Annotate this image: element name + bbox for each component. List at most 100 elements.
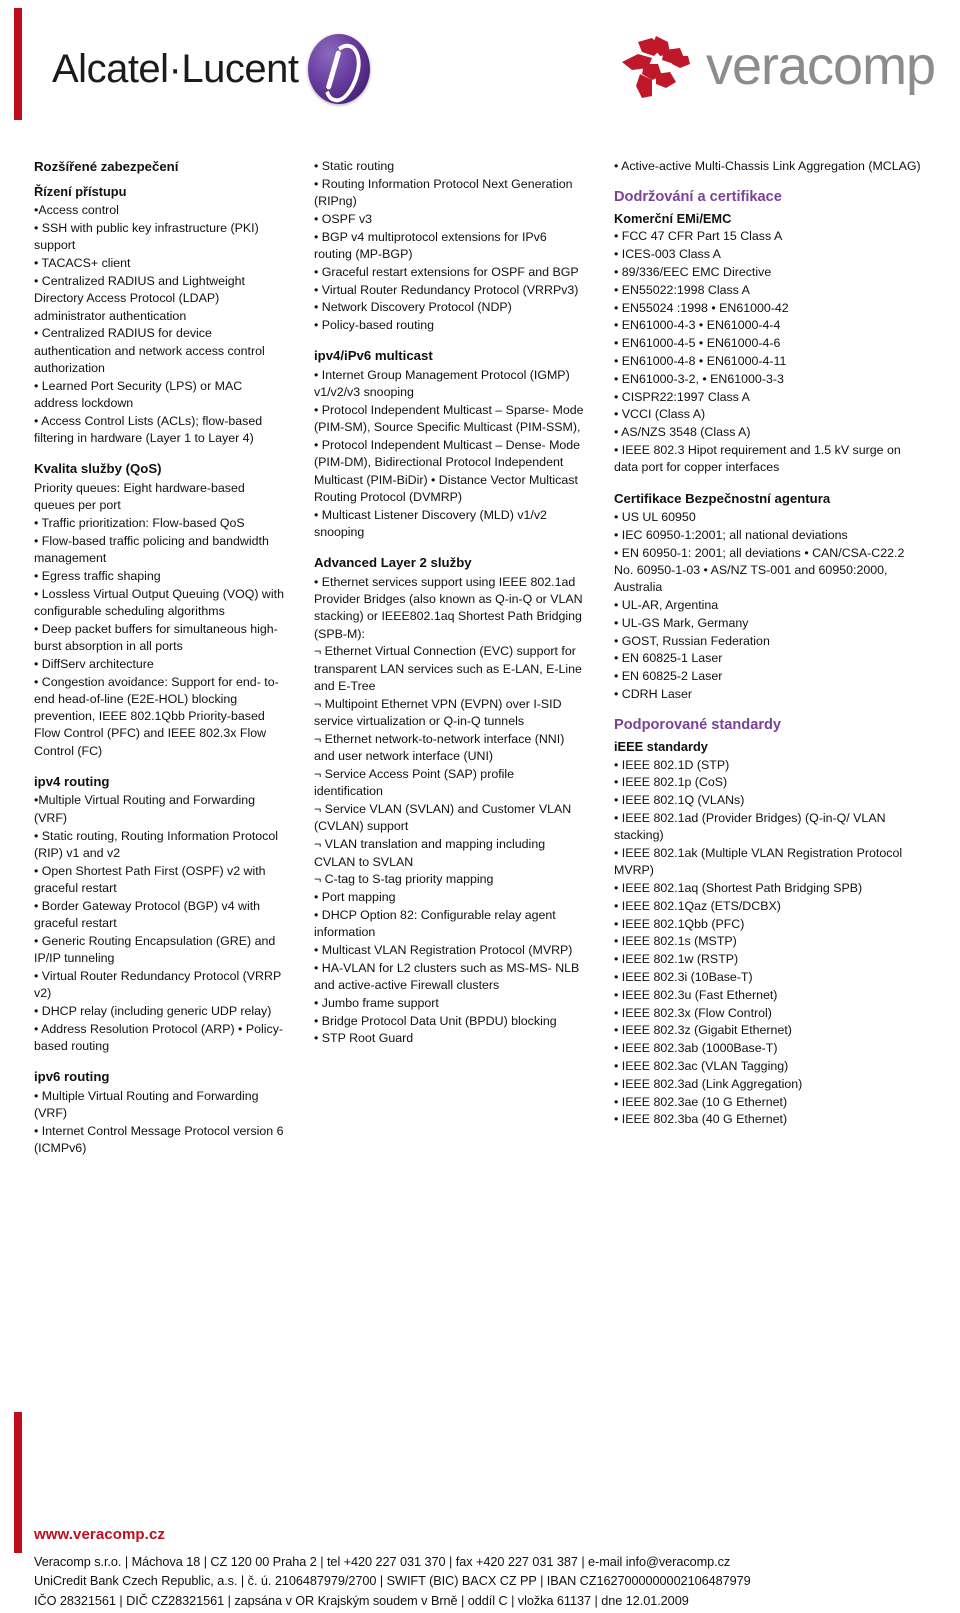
- column-1: Rozšířené zabezpečení Řízení přístupu •A…: [0, 158, 300, 1158]
- list-item: • FCC 47 CFR Part 15 Class A: [614, 229, 783, 244]
- legal-line-1: Veracomp s.r.o. | Máchova 18 | CZ 120 00…: [34, 1555, 731, 1569]
- alcatel-lucent-wordmark: Alcatel·Lucent: [52, 47, 299, 91]
- list-item: • Deep packet buffers for simultaneous h…: [34, 621, 278, 653]
- legal-line-2: UniCredit Bank Czech Republic, a.s. | č.…: [34, 1574, 751, 1589]
- col3-compliance-list: • FCC 47 CFR Part 15 Class A • ICES-003 …: [614, 228, 922, 476]
- col3-standards-list: • IEEE 802.1D (STP) • IEEE 802.1p (CoS) …: [614, 757, 922, 1129]
- list-item: • Multicast VLAN Registration Protocol (…: [314, 942, 573, 957]
- list-item: • Routing Information Protocol Next Gene…: [314, 176, 573, 209]
- list-item: • STP Root Guard: [314, 1031, 414, 1046]
- list-item: • Generic Routing Encapsulation (GRE) an…: [34, 933, 276, 966]
- list-item: • Access Control Lists (ACLs); flow-base…: [34, 413, 263, 446]
- list-item: • IEEE 802.1s (MSTP): [614, 934, 737, 949]
- veracomp-wordmark: veracomp: [706, 36, 936, 96]
- list-item: • IEC 60950-1:2001; all national deviati…: [614, 527, 848, 542]
- list-item: • Egress traffic shaping: [34, 568, 161, 583]
- list-item: • CDRH Laser: [614, 687, 693, 702]
- column-3: • Active-active Multi-Chassis Link Aggre…: [600, 158, 930, 1158]
- list-item: •Multiple Virtual Routing and Forwarding…: [34, 793, 256, 825]
- list-item: • IEEE 802.1p (CoS): [614, 775, 728, 790]
- list-item: • SSH with public key infrastructure (PK…: [34, 221, 259, 253]
- website-link[interactable]: www.veracomp.cz: [34, 1526, 165, 1543]
- list-item: • IEEE 802.3ab (1000Base-T): [614, 1041, 778, 1056]
- list-item: • IEEE 802.1ak (Multiple VLAN Registrati…: [614, 845, 903, 878]
- list-item: • Protocol Independent Multicast – Spars…: [314, 402, 584, 435]
- list-item: • IEEE 802.1Qbb (PFC): [614, 916, 745, 931]
- list-item: • EN61000-3-2, • EN61000-3-3: [614, 371, 784, 386]
- list-item: • Address Resolution Protocol (ARP) • Po…: [34, 1021, 284, 1054]
- list-item: • DHCP Option 82: Configurable relay age…: [314, 907, 556, 940]
- list-item: • EN61000-4-5 • EN61000-4-6: [614, 336, 781, 351]
- list-item: • Jumbo frame support: [314, 995, 439, 1010]
- list-item: • IEEE 802.1D (STP): [614, 757, 730, 772]
- list-item: • Active-active Multi-Chassis Link Aggre…: [614, 159, 921, 173]
- col3-safety-list: • US UL 60950 • IEC 60950-1:2001; all na…: [614, 509, 922, 703]
- list-item: • IEEE 802.1Qaz (ETS/DCBX): [614, 898, 781, 913]
- list-item: • Bridge Protocol Data Unit (BPDU) block…: [314, 1013, 557, 1028]
- list-item: • Open Shortest Path First (OSPF) v2 wit…: [34, 863, 266, 895]
- list-item: • Protocol Independent Multicast – Dense…: [314, 438, 581, 504]
- list-item: • IEEE 802.3u (Fast Ethernet): [614, 987, 778, 1002]
- list-item: • ICES-003 Class A: [614, 247, 721, 262]
- legal-line-3: IČO 28321561 | DIČ CZ28321561 | zapsána …: [34, 1593, 689, 1608]
- red-accent-bar-bottom: [14, 1412, 22, 1553]
- list-item: • IEEE 802.3 Hipot requirement and 1.5 k…: [614, 443, 901, 475]
- list-item: • IEEE 802.1Q (VLANs): [614, 793, 745, 808]
- col1-ipv4-heading: ipv4 routing: [34, 774, 110, 790]
- col1-access-list: •Access control • SSH with public key in…: [34, 202, 284, 447]
- list-item: • IEEE 802.3ad (Link Aggregation): [614, 1076, 803, 1091]
- list-item: ¬ C-tag to S-tag priority mapping: [314, 872, 494, 887]
- list-item: • Virtual Router Redundancy Protocol (VR…: [34, 968, 281, 1001]
- page-footer: www.veracomp.cz Veracomp s.r.o. | Máchov…: [0, 1412, 960, 1613]
- list-item: • Border Gateway Protocol (BGP) v4 with …: [34, 898, 261, 931]
- list-item: Priority queues: Eight hardware-based qu…: [34, 480, 245, 513]
- list-item: • Graceful restart extensions for OSPF a…: [314, 264, 579, 279]
- list-item: • Virtual Router Redundancy Protocol (VR…: [314, 282, 579, 297]
- alcatel-lucent-orb-icon: [308, 34, 371, 104]
- list-item: • VCCI (Class A): [614, 407, 706, 422]
- list-item: • IEEE 802.3ac (VLAN Tagging): [614, 1059, 789, 1074]
- list-item: • EN55024 :1998 • EN61000-42: [614, 300, 789, 315]
- veracomp-mark-icon: [622, 36, 690, 98]
- list-item: • EN 60825-2 Laser: [614, 669, 723, 684]
- col1-ipv4-list: •Multiple Virtual Routing and Forwarding…: [34, 792, 284, 1055]
- list-item: • EN 60825-1 Laser: [614, 651, 723, 666]
- list-item: • IEEE 802.3i (10Base-T): [614, 970, 753, 985]
- col1-title: Rozšířené zabezpečení: [34, 159, 179, 174]
- col2-layer2-heading: Advanced Layer 2 služby: [314, 555, 472, 571]
- col1-qos-list: Priority queues: Eight hardware-based qu…: [34, 480, 284, 760]
- list-item: • Lossless Virtual Output Queuing (VOQ) …: [34, 586, 284, 618]
- list-item: • Multiple Virtual Routing and Forwardin…: [34, 1088, 259, 1121]
- list-item: • AS/NZS 3548 (Class A): [614, 425, 751, 440]
- col2-multicast-list: • Internet Group Management Protocol (IG…: [314, 367, 586, 541]
- col1-qos-heading: Kvalita služby (QoS): [34, 461, 162, 477]
- list-item: ¬ Multipoint Ethernet VPN (EVPN) over I-…: [314, 696, 562, 729]
- list-item: • CISPR22:1997 Class A: [614, 389, 750, 404]
- list-item: • EN61000-4-8 • EN61000-4-11: [614, 354, 787, 369]
- list-item: • UL-AR, Argentina: [614, 598, 719, 613]
- list-item: • IEEE 802.3ba (40 G Ethernet): [614, 1112, 788, 1127]
- col3-ieee-subheading: iEEE standardy: [614, 738, 708, 754]
- list-item: •Access control: [34, 203, 119, 218]
- list-item: • Static routing, Routing Information Pr…: [34, 828, 279, 860]
- list-item: • Internet Control Message Protocol vers…: [34, 1123, 284, 1156]
- list-item: • TACACS+ client: [34, 256, 131, 271]
- list-item: • EN 60950-1: 2001; all deviations • CAN…: [614, 545, 905, 595]
- list-item: • Static routing: [314, 159, 395, 173]
- list-item: • UL-GS Mark, Germany: [614, 615, 749, 630]
- content-columns: Rozšířené zabezpečení Řízení přístupu •A…: [0, 158, 960, 1158]
- list-item: • IEEE 802.3x (Flow Control): [614, 1005, 772, 1020]
- list-item: • GOST, Russian Federation: [614, 633, 770, 648]
- col3-safety-heading: Certifikace Bezpečnostní agentura: [614, 490, 831, 506]
- list-item: • Congestion avoidance: Support for end-…: [34, 674, 279, 758]
- veracomp-logo: veracomp: [618, 30, 936, 102]
- col2-top-list: • Static routing • Routing Information P…: [314, 158, 586, 334]
- col3-top-list: • Active-active Multi-Chassis Link Aggre…: [614, 158, 922, 175]
- column-2: • Static routing • Routing Information P…: [300, 158, 600, 1158]
- list-item: • Traffic prioritization: Flow-based QoS: [34, 515, 245, 530]
- list-item: • IEEE 802.1w (RSTP): [614, 952, 739, 967]
- list-item: • EN55022:1998 Class A: [614, 282, 750, 297]
- col1-ipv6-heading: ipv6 routing: [34, 1069, 110, 1085]
- list-item: • DiffServ architecture: [34, 656, 154, 671]
- list-item: ¬ Service Access Point (SAP) profile ide…: [314, 767, 515, 799]
